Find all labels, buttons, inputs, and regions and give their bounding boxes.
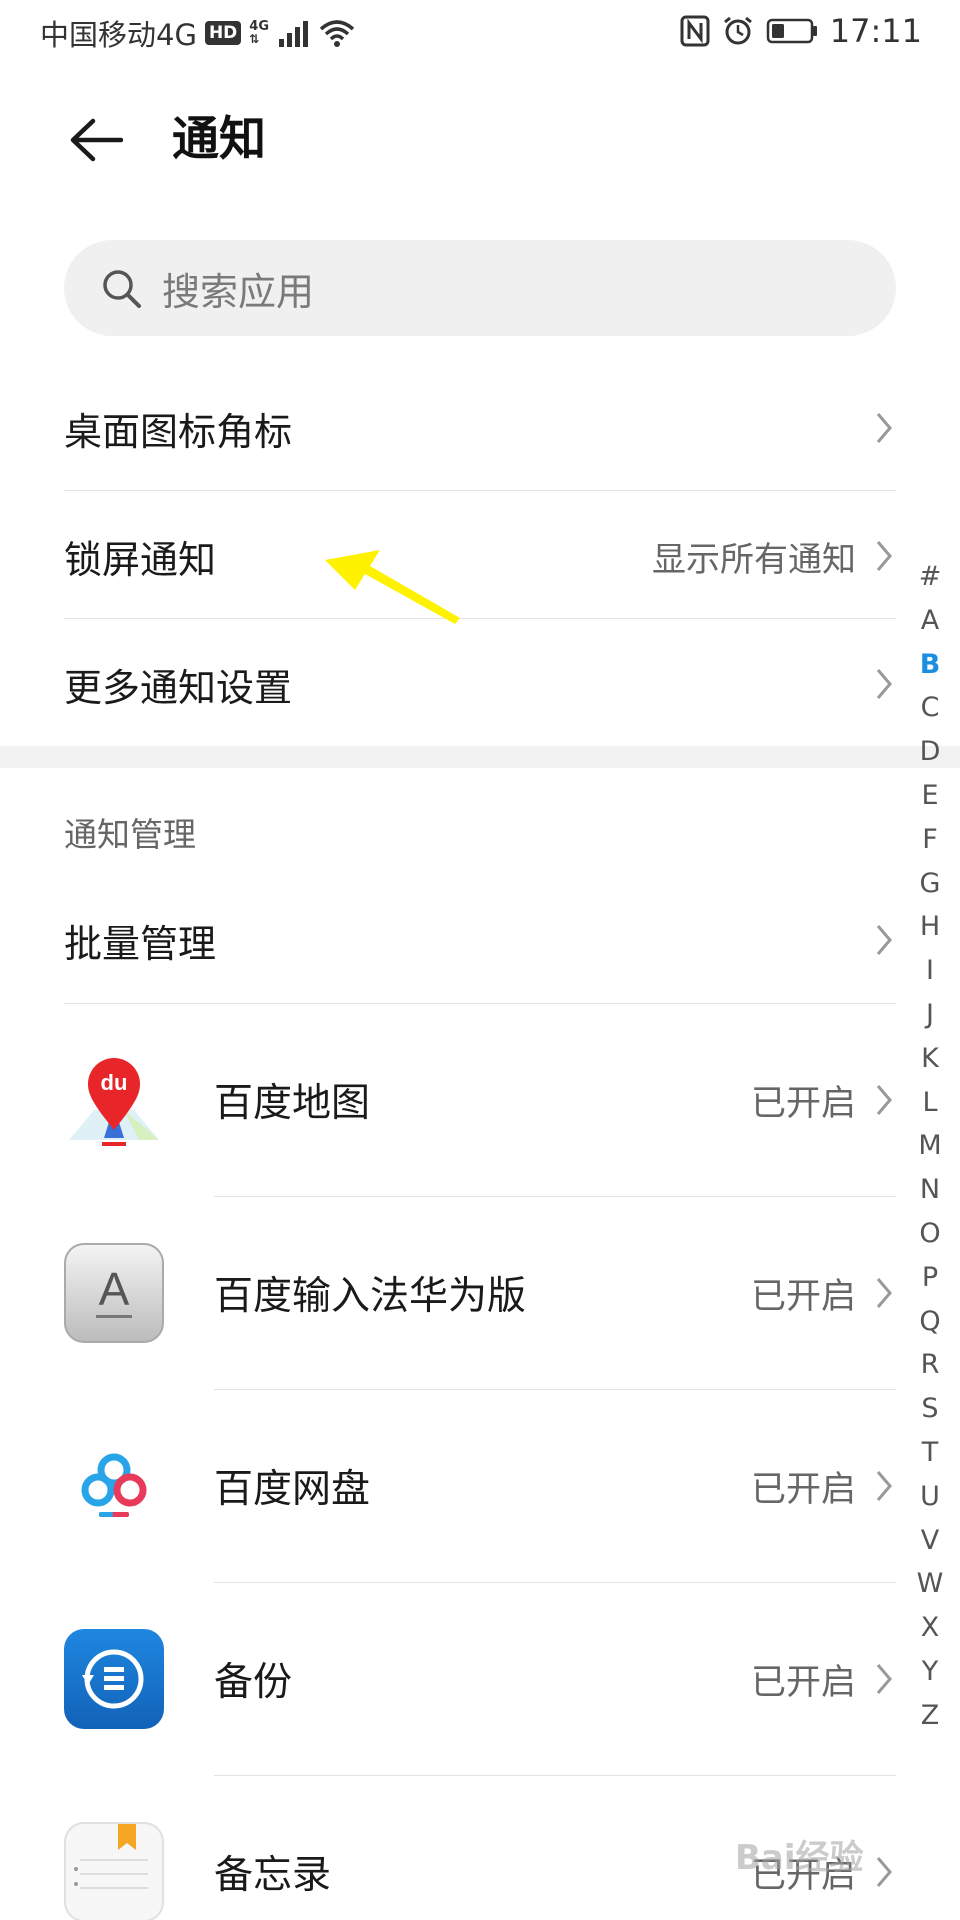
signal-icon [279, 21, 308, 47]
chevron-right-icon [872, 664, 896, 704]
alphabet-letter[interactable]: B [920, 643, 941, 687]
annotation-arrow-icon [325, 550, 460, 624]
chevron-right-icon [872, 1080, 896, 1120]
page-title: 通知 [172, 112, 266, 167]
app-status: 已开启 [750, 1276, 856, 1317]
alphabet-letter[interactable]: Q [919, 1300, 940, 1344]
row-badge-settings[interactable]: 桌面图标角标 [64, 378, 896, 478]
alphabet-letter[interactable]: W [917, 1562, 944, 1606]
chevron-right-icon [872, 920, 896, 960]
status-right: 17:11 [680, 12, 922, 50]
baidu-netdisk-icon [64, 1436, 164, 1536]
chevron-right-icon [872, 1466, 896, 1506]
divider [214, 1389, 896, 1390]
notes-icon [64, 1822, 164, 1920]
status-left: 中国移动4G HD 4G ⇅ [40, 12, 355, 54]
status-bar: 中国移动4G HD 4G ⇅ 17:11 [0, 0, 960, 64]
network-type: 4G ⇅ [249, 20, 269, 46]
app-status: 已开启 [750, 1662, 856, 1703]
divider [64, 1003, 896, 1004]
alphabet-letter[interactable]: D [920, 730, 941, 774]
search-input[interactable]: 搜索应用 [64, 240, 896, 336]
alphabet-letter[interactable]: # [919, 555, 942, 599]
backup-icon [64, 1629, 164, 1729]
app-row-baidu-map[interactable]: du 百度地图 已开启 [64, 1005, 896, 1195]
alphabet-letter[interactable]: Z [921, 1694, 940, 1738]
battery-icon [766, 18, 817, 44]
chevron-right-icon [872, 1659, 896, 1699]
chevron-right-icon [872, 1852, 896, 1892]
carrier-label: 中国移动4G [40, 18, 197, 52]
alphabet-letter[interactable]: Y [922, 1650, 939, 1694]
chevron-right-icon [872, 536, 896, 576]
alphabet-letter[interactable]: U [920, 1475, 940, 1519]
alarm-icon [723, 16, 752, 45]
row-label: 桌面图标角标 [64, 409, 293, 454]
alphabet-letter[interactable]: R [921, 1343, 940, 1387]
row-label: 批量管理 [64, 921, 217, 966]
alphabet-letter[interactable]: F [922, 818, 938, 862]
updown-icon: ⇅ [249, 32, 260, 46]
baidu-input-icon: A [64, 1243, 164, 1343]
alphabet-letter[interactable]: E [921, 774, 938, 818]
baidu-map-icon: du [64, 1050, 164, 1150]
app-row-baidu-netdisk[interactable]: 百度网盘 已开启 [64, 1391, 896, 1581]
app-status: 已开启 [750, 1083, 856, 1124]
chevron-right-icon [872, 408, 896, 448]
alphabet-letter[interactable]: L [922, 1081, 937, 1125]
row-value: 显示所有通知 [652, 539, 856, 580]
search-icon [98, 265, 144, 311]
back-arrow-icon [70, 118, 123, 162]
search-placeholder: 搜索应用 [162, 269, 315, 314]
app-row-backup[interactable]: 备份 已开启 [64, 1584, 896, 1774]
svg-text:A: A [99, 1263, 130, 1315]
alphabet-letter[interactable]: J [926, 993, 934, 1037]
row-batch-manage[interactable]: 批量管理 [64, 890, 896, 990]
row-label: 更多通知设置 [64, 665, 293, 710]
chevron-right-icon [872, 1273, 896, 1313]
alphabet-letter[interactable]: X [921, 1606, 940, 1650]
divider [214, 1582, 896, 1583]
alphabet-letter[interactable]: A [921, 599, 939, 643]
divider [64, 490, 896, 491]
alphabet-letter[interactable]: O [919, 1212, 940, 1256]
divider [214, 1775, 896, 1776]
alphabet-letter[interactable]: I [926, 949, 934, 993]
app-name: 百度网盘 [214, 1467, 371, 1512]
alphabet-letter[interactable]: K [921, 1037, 939, 1081]
row-lockscreen-notifications[interactable]: 锁屏通知 显示所有通知 [64, 506, 896, 606]
app-name: 百度输入法华为版 [214, 1274, 527, 1319]
app-status: 已开启 [750, 1469, 856, 1510]
app-row-baidu-input[interactable]: A 百度输入法华为版 已开启 [64, 1198, 896, 1388]
alphabet-letter[interactable]: G [920, 862, 941, 906]
app-name: 百度地图 [214, 1081, 371, 1126]
app-name: 备忘录 [214, 1853, 332, 1898]
alphabet-letter[interactable]: T [922, 1431, 939, 1475]
divider [214, 1196, 896, 1197]
clock: 17:11 [829, 12, 922, 50]
alphabet-index[interactable]: # A B C D E F G H I J K L M N O P Q R S T U V W X Y Z [910, 555, 950, 1738]
section-header: 通知管理 [64, 815, 196, 854]
svg-text:du: du [101, 1070, 128, 1095]
alphabet-letter[interactable]: H [920, 905, 940, 949]
alphabet-letter[interactable]: P [922, 1256, 938, 1300]
alphabet-letter[interactable]: C [921, 686, 940, 730]
section-gap [0, 746, 960, 768]
row-more-settings[interactable]: 更多通知设置 [64, 634, 896, 734]
alphabet-letter[interactable]: S [921, 1387, 938, 1431]
nfc-icon [680, 15, 710, 47]
watermark: Bai经验 [735, 1838, 864, 1878]
divider [64, 618, 896, 619]
back-button[interactable] [66, 112, 126, 168]
hd-badge: HD [204, 21, 242, 45]
alphabet-letter[interactable]: M [918, 1124, 941, 1168]
wifi-icon [319, 20, 355, 47]
alphabet-letter[interactable]: N [920, 1168, 940, 1212]
alphabet-letter[interactable]: V [921, 1519, 939, 1563]
app-name: 备份 [214, 1660, 293, 1705]
